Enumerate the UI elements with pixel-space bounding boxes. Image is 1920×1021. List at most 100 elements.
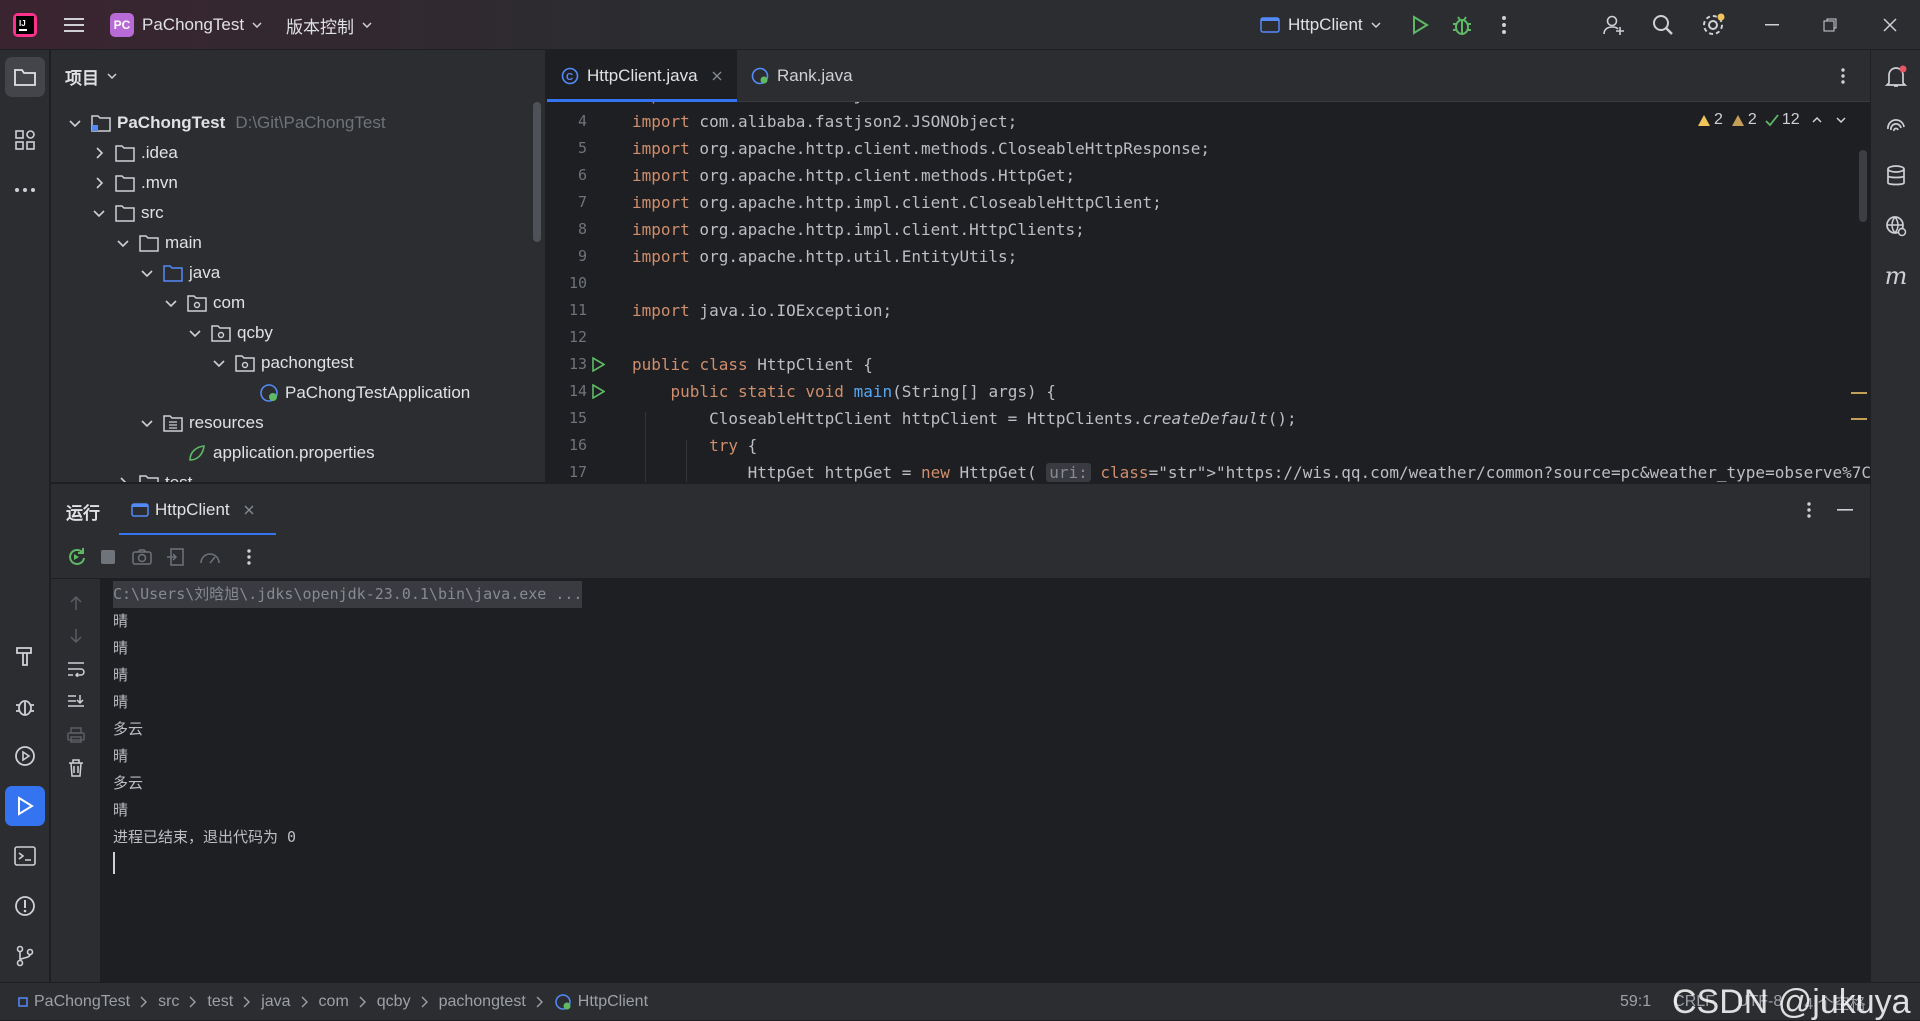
breadcrumb-item[interactable]: pachongtest [439,993,526,1011]
intellij-logo-icon[interactable]: IJ [12,12,38,38]
run-toolbar-more-icon[interactable] [229,537,269,577]
breadcrumb-item[interactable]: src [158,993,179,1011]
tree-item-com[interactable]: com [163,288,245,318]
close-tab-icon[interactable] [712,71,722,81]
chevron-right-icon[interactable] [91,145,107,161]
debug-icon[interactable] [1442,5,1482,45]
chevron-down-icon[interactable] [139,415,155,431]
tree-item-src[interactable]: src [91,198,164,228]
project-tool-folder-icon[interactable] [5,57,45,97]
ai-assistant-icon[interactable] [1876,106,1916,146]
breadcrumb-item[interactable]: java [261,993,290,1011]
code-line[interactable]: CloseableHttpClient httpClient = HttpCli… [632,405,1297,432]
code-line[interactable]: try { [632,432,757,459]
spring-class-icon [751,67,769,85]
caret-position[interactable]: 59:1 [1620,993,1651,1011]
tab-httpclient-java[interactable]: C HttpClient.java [547,50,737,102]
code-line[interactable]: import org.apache.http.client.methods.Cl… [632,135,1210,162]
project-view-selector[interactable]: 项目 [65,64,117,88]
tree-item-test[interactable]: test [115,468,192,482]
tree-spacer[interactable] [235,385,251,401]
code-line[interactable]: import com.alibaba.fastjson2.JSONObject; [632,108,1017,135]
structure-icon[interactable] [5,120,45,160]
tree-item-mvn[interactable]: .mvn [91,168,178,198]
breadcrumb-item[interactable]: HttpClient [578,993,648,1011]
close-tab-icon[interactable] [244,505,254,515]
editor-scrollbar[interactable] [1859,150,1867,222]
run-tab-httpclient[interactable]: HttpClient [119,484,276,536]
console-output[interactable]: C:\Users\刘晗旭\.jdks\openjdk-23.0.1\bin\ja… [101,579,1870,982]
chevron-right-icon[interactable] [115,475,131,482]
database-icon[interactable] [1876,156,1916,196]
chevron-down-icon[interactable] [67,115,83,131]
right-tool-strip: m [1870,50,1920,982]
tree-item-pachongtestapplication[interactable]: PaChongTestApplication [235,378,470,408]
tree-item-main[interactable]: main [115,228,202,258]
add-user-icon[interactable] [1594,5,1634,45]
search-icon[interactable] [1643,5,1683,45]
problems-icon[interactable] [5,886,45,926]
more-actions-icon[interactable] [1484,5,1524,45]
code-line[interactable]: import org.apache.http.util.EntityUtils; [632,243,1017,270]
breadcrumb-item[interactable]: test [207,993,233,1011]
code-line[interactable]: public class HttpClient { [632,351,873,378]
terminal-icon[interactable] [5,836,45,876]
editor-tabs-more-icon[interactable] [1823,56,1863,96]
project-scrollbar[interactable] [533,102,541,242]
tab-rank-java[interactable]: Rank.java [737,50,897,102]
chevron-down-icon[interactable] [115,235,131,251]
run-icon[interactable] [1400,5,1440,45]
code-line[interactable]: HttpGet httpGet = new HttpGet( uri: clas… [632,459,1870,482]
project-switcher[interactable]: PC PaChongTest [110,12,262,38]
chevron-down-icon[interactable] [163,295,179,311]
hide-panel-icon[interactable] [1825,490,1865,530]
git-branch-icon[interactable] [5,936,45,976]
run-config-selector[interactable]: HttpClient [1260,12,1381,38]
tree-item-label: java [189,263,221,282]
warning-marker[interactable] [1851,392,1867,394]
services-icon[interactable] [5,736,45,776]
breadcrumb-item[interactable]: com [319,993,349,1011]
code-editor[interactable]: 2 2 12 34567891011121314151617 import co… [547,102,1870,482]
maven-icon[interactable]: m [1876,256,1916,296]
chevron-down-icon[interactable] [139,265,155,281]
code-line[interactable]: public static void main(String[] args) { [632,378,1056,405]
build-hammer-icon[interactable] [5,636,45,676]
debug-tool-icon[interactable] [5,686,45,726]
chevron-down-icon[interactable] [211,355,227,371]
tree-item-pachongtest[interactable]: pachongtest [211,348,354,378]
minimize-icon[interactable] [1752,5,1792,45]
code-line[interactable]: import org.apache.http.impl.client.HttpC… [632,216,1085,243]
run-panel-more-icon[interactable] [1789,490,1829,530]
code-line[interactable]: import org.apache.http.client.methods.Ht… [632,162,1075,189]
run-tool-icon[interactable] [5,786,45,826]
warning-marker[interactable] [1851,418,1867,420]
chevron-down-icon[interactable] [91,205,107,221]
tree-item-idea[interactable]: .idea [91,138,178,168]
tree-spacer[interactable] [163,445,179,461]
more-tool-windows-icon[interactable] [5,170,45,210]
code-line[interactable]: import java.io.IOException; [632,297,892,324]
settings-gear-icon[interactable] [1693,5,1733,45]
breadcrumb-item[interactable]: qcby [377,993,411,1011]
chevron-right-icon[interactable] [91,175,107,191]
tree-item-qcby[interactable]: qcby [187,318,273,348]
endpoints-globe-icon[interactable] [1876,206,1916,246]
clear-trash-icon[interactable] [56,748,96,788]
chevron-down-icon[interactable] [187,325,203,341]
code-line[interactable]: import org.apache.http.impl.client.Close… [632,189,1162,216]
next-highlight-icon[interactable] [1836,117,1846,123]
code-area[interactable]: import com.alibaba.fastjson2.JSON;import… [547,102,1870,482]
tree-item-java[interactable]: java [139,258,220,288]
profiler-icon[interactable] [190,537,230,577]
tree-item-resources[interactable]: resources [139,408,264,438]
close-window-icon[interactable] [1870,5,1910,45]
tree-item-pachongtest[interactable]: PaChongTest D:\Git\PaChongTest [67,108,386,138]
restore-layout-icon[interactable] [155,537,195,577]
restore-icon[interactable] [1810,5,1850,45]
main-menu-icon[interactable] [54,5,94,45]
breadcrumb-item[interactable]: PaChongTest [34,993,130,1011]
vcs-menu[interactable]: 版本控制 [286,12,372,38]
tree-item-application-properties[interactable]: application.properties [163,438,375,468]
notifications-bell-icon[interactable] [1876,57,1916,97]
